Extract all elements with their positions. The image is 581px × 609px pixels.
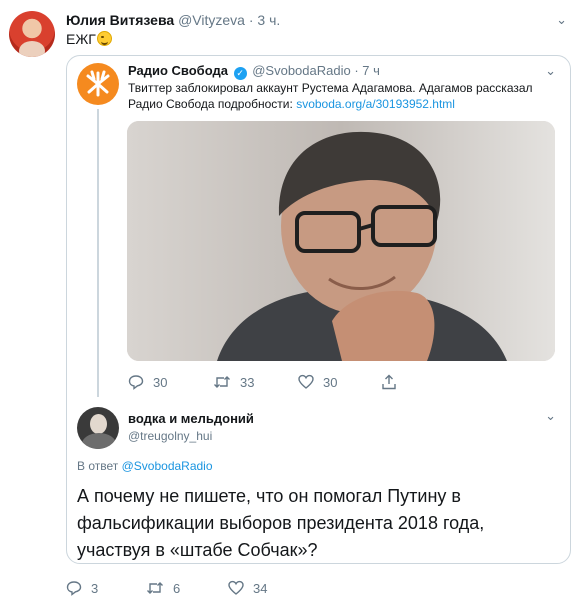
reply-count: 30 — [153, 375, 168, 390]
verified-icon: ✓ — [233, 67, 247, 80]
like-icon — [298, 374, 314, 389]
like-button[interactable]: 30 — [298, 374, 337, 390]
reply-icon — [128, 375, 144, 390]
man-portrait-image — [127, 121, 555, 361]
reply-button[interactable]: 30 — [128, 374, 167, 390]
retweet-icon — [147, 582, 163, 594]
like-button[interactable]: 34 — [228, 580, 267, 596]
reply-to-line: В ответ @SvobodaRadio — [77, 459, 213, 473]
author-handle[interactable]: @Vityzeva — [178, 12, 245, 28]
quoted-author-handle[interactable]: @SvobodaRadio — [252, 63, 350, 78]
winking-face-icon — [96, 31, 112, 46]
tweet-header: Юлия Витязева @Vityzeva · 3 ч. — [66, 12, 280, 28]
retweet-icon — [214, 376, 230, 388]
tweet-time[interactable]: 3 ч. — [257, 12, 280, 28]
retweet-button[interactable]: 33 — [213, 374, 254, 390]
separator: · — [248, 12, 254, 28]
reply-count: 3 — [91, 581, 99, 596]
retweet-button[interactable]: 6 — [146, 580, 180, 596]
reply-icon — [66, 581, 82, 596]
like-icon — [228, 580, 244, 595]
like-count: 34 — [253, 581, 268, 596]
reply-text: А почему не пишете, что он помогал Путин… — [77, 486, 485, 560]
tweet-text: ЕЖГ — [66, 31, 112, 47]
quoted-time[interactable]: 7 ч — [362, 63, 380, 78]
tweet-text-content: ЕЖГ — [66, 31, 96, 47]
like-count: 30 — [323, 375, 338, 390]
reply-author-handle[interactable]: @treugolny_hui — [128, 429, 212, 443]
thread-line — [97, 109, 99, 397]
chevron-down-icon[interactable]: ⌄ — [556, 12, 567, 28]
share-button[interactable] — [381, 374, 406, 390]
reply-author-avatar[interactable] — [77, 407, 119, 449]
reply-button[interactable]: 3 — [66, 580, 98, 596]
separator: · — [354, 63, 359, 78]
share-icon — [382, 374, 396, 390]
reply-to-handle[interactable]: @SvobodaRadio — [122, 459, 213, 473]
quoted-thread-card[interactable]: Радио Свобода ✓ @SvobodaRadio · 7 ч ⌄ Тв… — [66, 55, 571, 564]
quoted-text: Твиттер заблокировал аккаунт Рустема Ада… — [128, 80, 558, 112]
retweet-count: 33 — [240, 375, 255, 390]
author-avatar[interactable] — [9, 11, 55, 57]
chevron-down-icon[interactable]: ⌄ — [545, 408, 556, 424]
reply-author-name[interactable]: водка и мельдоний — [128, 411, 254, 426]
reply-to-prefix: В ответ — [77, 459, 119, 473]
quoted-photo[interactable] — [127, 121, 555, 361]
retweet-count: 6 — [173, 581, 181, 596]
quoted-link[interactable]: svoboda.org/a/30193952.html — [296, 97, 455, 111]
author-name[interactable]: Юлия Витязева — [66, 12, 174, 28]
svoboda-logo-icon — [86, 70, 110, 97]
quoted-author-name[interactable]: Радио Свобода — [128, 63, 228, 78]
chevron-down-icon[interactable]: ⌄ — [545, 63, 556, 79]
quoted-header: Радио Свобода ✓ @SvobodaRadio · 7 ч — [128, 63, 380, 80]
svoboda-avatar[interactable] — [77, 63, 119, 105]
